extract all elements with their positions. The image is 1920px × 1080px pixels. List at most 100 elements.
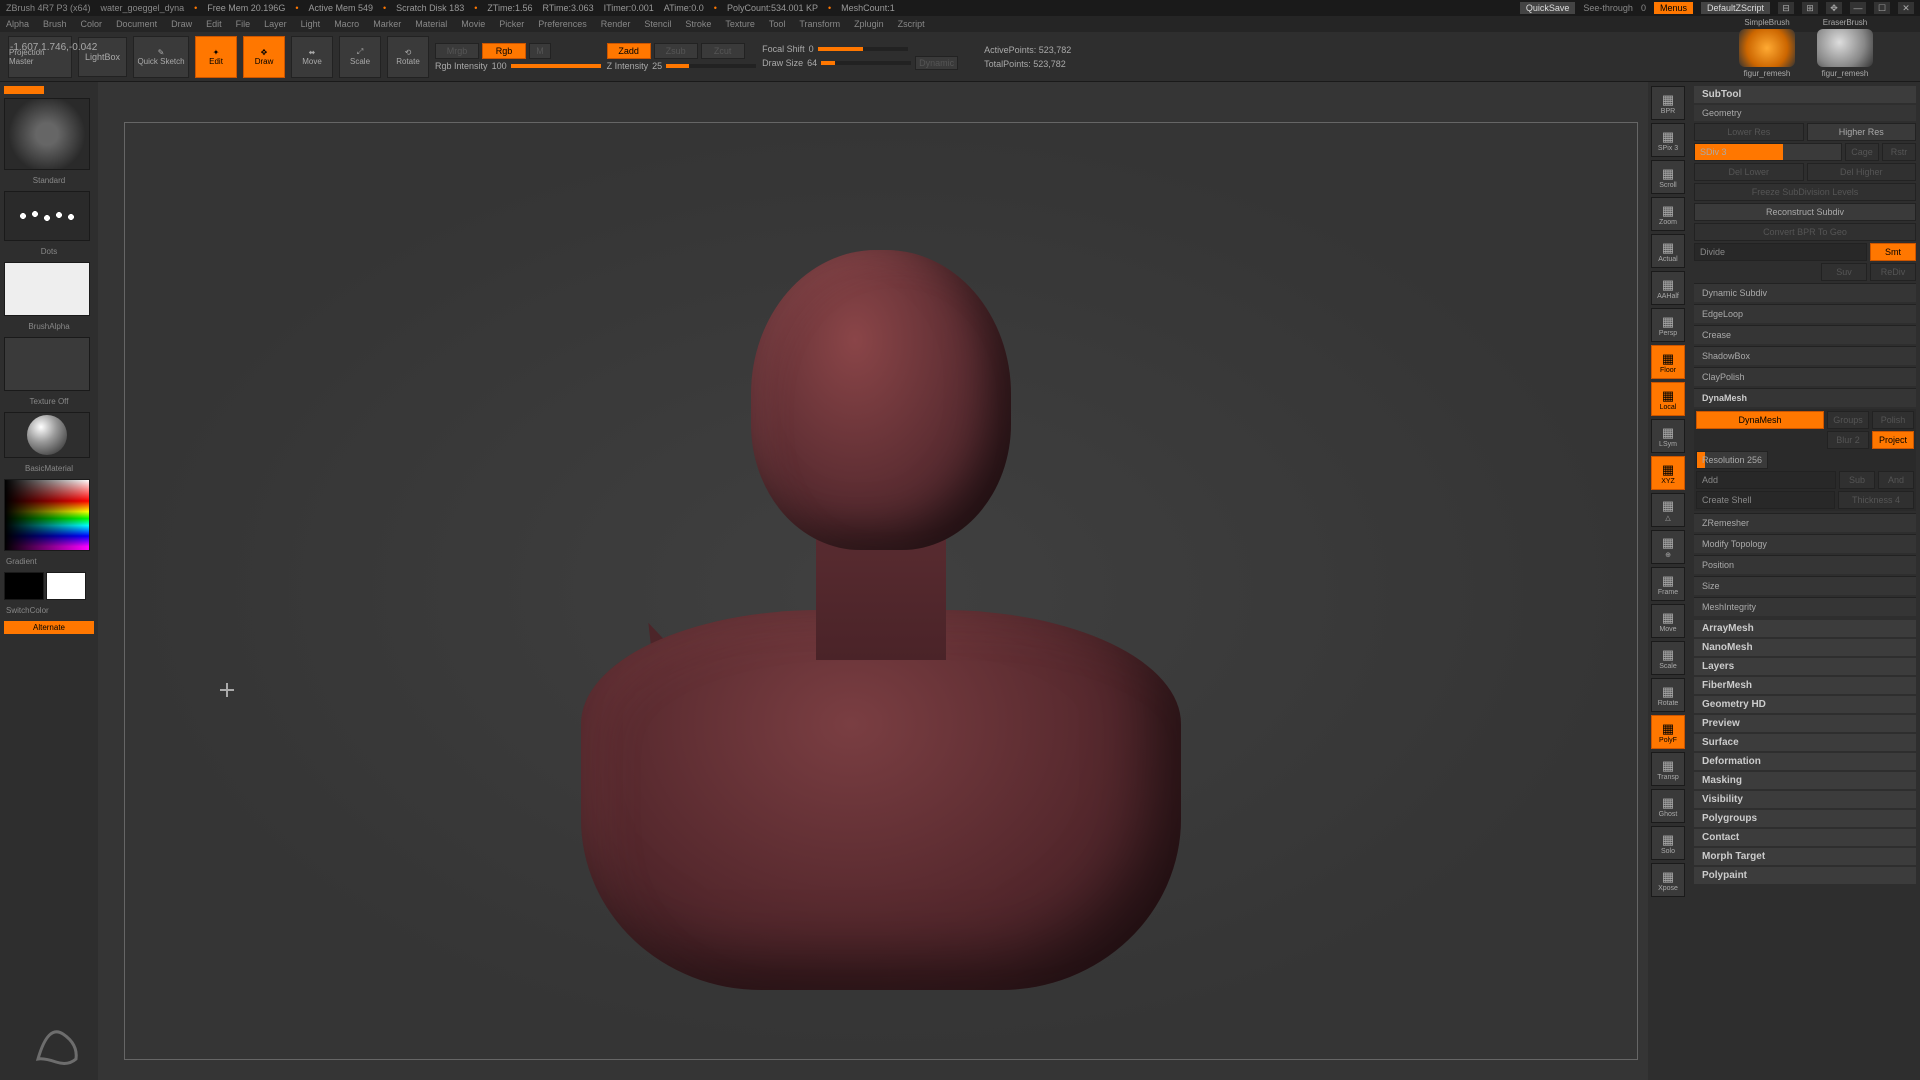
nav-xpose[interactable]: ▦Xpose <box>1651 863 1685 897</box>
divide-button[interactable]: Divide <box>1694 243 1867 261</box>
stroke-preview[interactable] <box>4 191 90 241</box>
section-preview[interactable]: Preview <box>1694 715 1916 732</box>
menu-texture[interactable]: Texture <box>725 19 755 29</box>
rediv-button[interactable]: ReDiv <box>1870 263 1916 281</box>
menu-brush[interactable]: Brush <box>43 19 67 29</box>
menu-edit[interactable]: Edit <box>206 19 222 29</box>
menu-picker[interactable]: Picker <box>499 19 524 29</box>
section-surface[interactable]: Surface <box>1694 734 1916 751</box>
geometry-header[interactable]: Geometry <box>1694 105 1916 121</box>
nav-⊕[interactable]: ▦⊕ <box>1651 530 1685 564</box>
material-preview[interactable] <box>4 412 90 458</box>
section-masking[interactable]: Masking <box>1694 772 1916 789</box>
focal-shift-slider[interactable] <box>818 47 908 51</box>
resolution-slider[interactable]: Resolution 256 <box>1696 451 1768 469</box>
alpha-preview[interactable] <box>4 262 90 316</box>
section-polygroups[interactable]: Polygroups <box>1694 810 1916 827</box>
del-lower-button[interactable]: Del Lower <box>1694 163 1804 181</box>
nav-actual[interactable]: ▦Actual <box>1651 234 1685 268</box>
menu-layer[interactable]: Layer <box>264 19 287 29</box>
nav-lsym[interactable]: ▦LSym <box>1651 419 1685 453</box>
section-geometry-hd[interactable]: Geometry HD <box>1694 696 1916 713</box>
maximize-icon[interactable]: ☐ <box>1874 2 1890 14</box>
zcut-button[interactable]: Zcut <box>701 43 745 59</box>
section-nanomesh[interactable]: NanoMesh <box>1694 639 1916 656</box>
convert-bpr-button[interactable]: Convert BPR To Geo <box>1694 223 1916 241</box>
shadowbox-section[interactable]: ShadowBox <box>1694 346 1916 365</box>
quicksave-button[interactable]: QuickSave <box>1520 2 1576 14</box>
menu-file[interactable]: File <box>236 19 251 29</box>
section-polypaint[interactable]: Polypaint <box>1694 867 1916 884</box>
menu-color[interactable]: Color <box>81 19 103 29</box>
dynamic-button[interactable]: Dynamic <box>915 56 958 70</box>
section-layers[interactable]: Layers <box>1694 658 1916 675</box>
dynamesh-button[interactable]: DynaMesh <box>1696 411 1824 429</box>
rgb-button[interactable]: Rgb <box>482 43 526 59</box>
size-section[interactable]: Size <box>1694 576 1916 595</box>
zsub-button[interactable]: Zsub <box>654 43 698 59</box>
sub-button[interactable]: Sub <box>1839 471 1875 489</box>
create-shell-button[interactable]: Create Shell <box>1696 491 1835 509</box>
color-picker[interactable] <box>4 479 90 551</box>
crease-section[interactable]: Crease <box>1694 325 1916 344</box>
scale-button[interactable]: ⤢Scale <box>339 36 381 78</box>
groups-button[interactable]: Groups <box>1827 411 1869 429</box>
nav-xyz[interactable]: ▦XYZ <box>1651 456 1685 490</box>
and-button[interactable]: And <box>1878 471 1914 489</box>
see-through-value[interactable]: 0 <box>1641 3 1646 13</box>
dynamic-subdiv-section[interactable]: Dynamic Subdiv <box>1694 283 1916 302</box>
project-button[interactable]: Project <box>1872 431 1914 449</box>
menu-material[interactable]: Material <box>415 19 447 29</box>
canvas-area[interactable] <box>98 82 1648 1080</box>
menu-macro[interactable]: Macro <box>334 19 359 29</box>
section-contact[interactable]: Contact <box>1694 829 1916 846</box>
nav-zoom[interactable]: ▦Zoom <box>1651 197 1685 231</box>
nav-scroll[interactable]: ▦Scroll <box>1651 160 1685 194</box>
del-higher-button[interactable]: Del Higher <box>1807 163 1917 181</box>
mrgb-button[interactable]: Mrgb <box>435 43 479 59</box>
nav-rotate[interactable]: ▦Rotate <box>1651 678 1685 712</box>
meshintegrity-section[interactable]: MeshIntegrity <box>1694 597 1916 616</box>
nav-persp[interactable]: ▦Persp <box>1651 308 1685 342</box>
lower-res-button[interactable]: Lower Res <box>1694 123 1804 141</box>
position-section[interactable]: Position <box>1694 555 1916 574</box>
suv-button[interactable]: Suv <box>1821 263 1867 281</box>
nav-move[interactable]: ▦Move <box>1651 604 1685 638</box>
nav-solo[interactable]: ▦Solo <box>1651 826 1685 860</box>
primary-color[interactable] <box>46 572 86 600</box>
nav-spix-3[interactable]: ▦SPix 3 <box>1651 123 1685 157</box>
drag-icon[interactable]: ✥ <box>1826 2 1842 14</box>
switch-color-button[interactable]: SwitchColor <box>4 604 94 617</box>
nav-aahalf[interactable]: ▦AAHalf <box>1651 271 1685 305</box>
nav-transp[interactable]: ▦Transp <box>1651 752 1685 786</box>
nav-ghost[interactable]: ▦Ghost <box>1651 789 1685 823</box>
menu-preferences[interactable]: Preferences <box>538 19 587 29</box>
dynamesh-header[interactable]: DynaMesh <box>1694 388 1916 407</box>
menu-tool[interactable]: Tool <box>769 19 786 29</box>
alternate-button[interactable]: Alternate <box>4 621 94 634</box>
blur-slider[interactable]: Blur 2 <box>1827 431 1869 449</box>
menu-render[interactable]: Render <box>601 19 631 29</box>
edit-button[interactable]: ✦Edit <box>195 36 237 78</box>
menu-transform[interactable]: Transform <box>799 19 840 29</box>
nav-local[interactable]: ▦Local <box>1651 382 1685 416</box>
thickness-slider[interactable]: Thickness 4 <box>1838 491 1914 509</box>
brush-slot[interactable]: SimpleBrushfigur_remesh <box>1731 18 1803 78</box>
default-zscript[interactable]: DefaultZScript <box>1701 2 1770 14</box>
close-icon[interactable]: ✕ <box>1898 2 1914 14</box>
section-deformation[interactable]: Deformation <box>1694 753 1916 770</box>
section-morph-target[interactable]: Morph Target <box>1694 848 1916 865</box>
minimize-icon[interactable]: — <box>1850 2 1866 14</box>
menus-button[interactable]: Menus <box>1654 2 1693 14</box>
menu-zscript[interactable]: Zscript <box>898 19 925 29</box>
subtool-header[interactable]: SubTool <box>1694 86 1916 103</box>
texture-preview[interactable] <box>4 337 90 391</box>
m-button[interactable]: M <box>529 43 551 59</box>
secondary-color[interactable] <box>4 572 44 600</box>
higher-res-button[interactable]: Higher Res <box>1807 123 1917 141</box>
zremesher-section[interactable]: ZRemesher <box>1694 513 1916 532</box>
zoom-out-icon[interactable]: ⊟ <box>1778 2 1794 14</box>
section-fibermesh[interactable]: FiberMesh <box>1694 677 1916 694</box>
sdiv-slider[interactable]: SDiv 3 <box>1694 143 1842 161</box>
gradient-label[interactable]: Gradient <box>4 555 94 568</box>
